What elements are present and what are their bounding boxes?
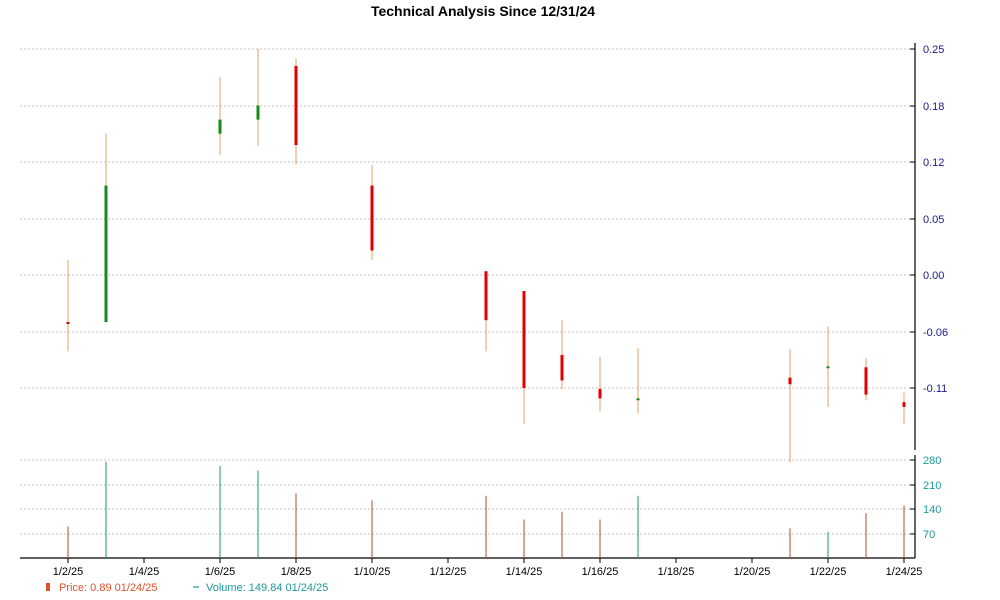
chart-title: Technical Analysis Since 12/31/24	[371, 3, 595, 19]
x-tick-label: 1/16/25	[582, 566, 619, 578]
volume-bars	[67, 461, 905, 558]
candle-body	[522, 291, 526, 388]
candle-body	[826, 366, 830, 369]
candle-body	[294, 65, 298, 146]
candle	[598, 356, 602, 412]
volume-tick-label: 70	[923, 529, 935, 541]
candle	[218, 77, 222, 156]
candle-body	[66, 322, 70, 325]
candle-body	[484, 271, 488, 321]
price-tick-label: 0.00	[923, 270, 944, 282]
candle	[560, 320, 564, 389]
x-tick-label: 1/20/25	[734, 566, 771, 578]
x-tick-label: 1/14/25	[506, 566, 543, 578]
candle	[788, 349, 792, 463]
candle	[522, 291, 526, 424]
volume-tick-label: 280	[923, 455, 941, 467]
candle	[294, 58, 298, 165]
price-tick-label: 0.18	[923, 101, 944, 113]
price-grid	[20, 48, 915, 389]
candle	[484, 271, 488, 352]
x-tick-label: 1/24/25	[886, 566, 923, 578]
price-tick-label: -0.06	[923, 327, 948, 339]
candle	[66, 259, 70, 352]
candle-body	[560, 355, 564, 381]
price-axis: 0.25 0.18 0.12 0.05 0.00 -0.06 -0.11	[910, 43, 948, 450]
price-tick-label: 0.12	[923, 157, 944, 169]
volume-legend-label: Volume: 149.84 01/24/25	[206, 582, 328, 594]
candle	[636, 348, 640, 414]
volume-tick-label: 140	[923, 504, 941, 516]
candle-body	[788, 377, 792, 385]
x-tick-label: 1/4/25	[129, 566, 160, 578]
candle-body	[218, 119, 222, 134]
price-tick-label: 0.05	[923, 214, 944, 226]
technical-analysis-chart: Technical Analysis Since 12/31/24 0.250.…	[20, 3, 948, 594]
candle	[826, 326, 830, 407]
candle	[864, 357, 868, 401]
candle-body	[370, 185, 374, 251]
candle-body	[256, 105, 260, 120]
candle-body	[104, 185, 108, 323]
candle	[370, 164, 374, 260]
volume-grid	[20, 459, 915, 535]
x-tick-label: 1/12/25	[430, 566, 467, 578]
candle-body	[864, 367, 868, 395]
candle	[256, 49, 260, 146]
price-tick-label: 0.25	[923, 44, 944, 56]
x-tick-label: 1/10/25	[354, 566, 391, 578]
candles	[66, 49, 906, 463]
price-tick-label: -0.11	[923, 383, 947, 395]
x-tick-label: 1/18/25	[658, 566, 695, 578]
candle-body	[902, 402, 906, 407]
candle-body	[598, 388, 602, 399]
x-tick-label: 1/22/25	[810, 566, 847, 578]
volume-tick-label: 210	[923, 480, 941, 492]
x-axis: 1/2/25 1/4/25 1/6/25 1/8/25 1/10/25 1/12/25 1/…	[20, 557, 923, 578]
volume-axis: 280 210 140 70	[910, 455, 941, 558]
candle	[902, 392, 906, 424]
price-legend-swatch	[46, 583, 50, 591]
x-tick-label: 1/8/25	[281, 566, 312, 578]
x-tick-label: 1/6/25	[205, 566, 236, 578]
x-tick-label: 1/2/25	[53, 566, 84, 578]
candle-body	[636, 398, 640, 401]
price-legend-label: Price: 0.89 01/24/25	[59, 582, 157, 594]
legend: Price: 0.89 01/24/25 Volume: 149.84 01/2…	[46, 582, 328, 594]
